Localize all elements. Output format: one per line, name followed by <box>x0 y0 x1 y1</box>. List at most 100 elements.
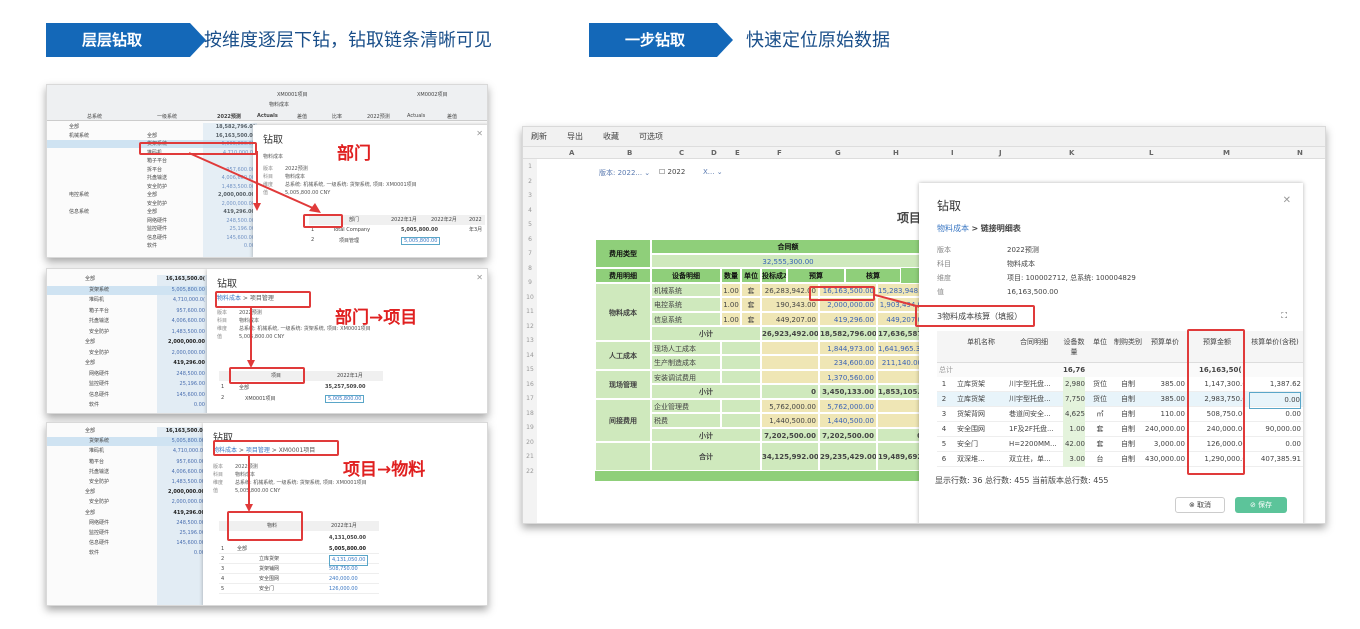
pivot-row[interactable]: 监控硬件 25,196.00 <box>47 529 207 538</box>
detail-row[interactable]: 6 双深堆... 双立柱，单... 3.00 台自制 430,000.00 1,290,00… <box>937 452 1303 467</box>
meta-key: 维度 <box>217 326 228 332</box>
head-5: 预算 <box>787 268 845 283</box>
row-label: 立库货架 <box>259 556 280 562</box>
row-label: 托盘输送 <box>89 468 110 475</box>
version-filter[interactable]: 版本: 2022... ⌄ <box>599 168 650 178</box>
column-letter: H <box>893 149 899 157</box>
row-value: 4,710,000.0( <box>172 448 205 455</box>
detail-row[interactable]: 3 货架铺网 508,750.00 <box>219 565 379 574</box>
cancel-icon: ⊗ <box>1188 501 1195 509</box>
pivot-row[interactable]: 货架系统 5,005,800.00 <box>47 437 207 447</box>
detail-row[interactable]: 2 立库货架 川宇型托盘... 7,750 货位 自制 385.00 2,983,750.(0… <box>937 392 1303 409</box>
year-filter[interactable]: ☐ 2022 <box>659 168 685 176</box>
detail-row[interactable]: 1 全部 5,005,800.00 <box>219 545 379 554</box>
pivot-row[interactable]: 堆码机 4,710,000.0( <box>47 447 207 456</box>
save-icon: ⊘ <box>1249 501 1256 509</box>
row-unit: 套 <box>741 297 761 312</box>
header-xm0002: XM0002项目 <box>417 92 448 98</box>
row-device: 小计 <box>651 384 761 399</box>
detail-row[interactable]: 2 项目管理 5,005,800.00 <box>309 237 485 246</box>
detail-row[interactable]: 2 XM0001项目 5,005,800.00 <box>219 395 383 404</box>
meta-key: 科目 <box>213 472 224 478</box>
pivot-row[interactable]: 全部 419,296.00 <box>47 509 207 518</box>
row-value: 5,005,800.00 <box>171 286 205 293</box>
pivot-row[interactable]: 托盘输送 4,006,600.00 <box>47 468 207 477</box>
row-value: 1,483,500.00 <box>171 328 205 335</box>
x-filter[interactable]: X... ⌄ <box>703 168 723 176</box>
pivot-row[interactable]: 全部 16,163,500.0( <box>47 275 207 285</box>
pivot-row[interactable]: 箱平台 957,600.00 <box>47 458 207 467</box>
crumb-linked-detail: 链接明细表 <box>980 224 1021 233</box>
pivot-row[interactable]: 网络硬件 248,500.00 <box>47 370 207 380</box>
pivot-row[interactable]: 托盘输送 4,006,600.00 <box>47 317 207 327</box>
row-value: 240,000.00 <box>329 576 358 582</box>
close-icon[interactable]: ✕ <box>476 273 483 282</box>
row-actual <box>877 398 925 413</box>
row-value: 25,196.00 <box>179 530 205 536</box>
cell-8: 407,385.91 <box>1260 455 1301 463</box>
cell-3: 42.00 <box>1063 437 1085 452</box>
detail-row[interactable]: 5 安全门 H=2200MM... 42.00 套自制 3,000.00 126,000.0… <box>937 437 1303 452</box>
cell-2: 川宇型托盘... <box>1009 395 1051 403</box>
pivot-row[interactable]: 信息硬件 145,600.00 <box>47 539 207 548</box>
pivot-row[interactable]: 堆码机 4,710,000.0( <box>47 296 207 306</box>
options-button[interactable]: 可选项 <box>639 132 663 141</box>
close-icon[interactable]: ✕ <box>1283 195 1291 206</box>
pivot-row[interactable]: 安全防护 1,483,500.00 <box>47 478 207 487</box>
cell-1: 立库货架 <box>957 395 985 403</box>
detail-row[interactable]: 5 安全门 126,000.00 <box>219 585 379 594</box>
row-number: 10 <box>526 293 534 301</box>
row-label: 软件 <box>89 402 100 408</box>
pivot-row[interactable]: 全部 2,000,000.00 <box>47 338 207 348</box>
crumb-material-cost[interactable]: 物料成本 <box>937 224 969 233</box>
cell-5: 自制 <box>1121 395 1135 403</box>
row-subsystem: 箱子平台 <box>147 158 168 164</box>
row-bid <box>761 340 819 355</box>
row-device: 合计 <box>651 442 761 471</box>
row-value: 145,600.00 <box>176 391 205 398</box>
row-actual <box>877 413 925 428</box>
x-filter-label: X... <box>703 168 715 176</box>
cell-6: 385.00 <box>1160 395 1186 403</box>
row-budget: 1,370,560.00 <box>819 369 877 384</box>
pivot-row[interactable]: 软件 0.00 <box>47 401 207 411</box>
pivot-row[interactable]: 监控硬件 25,196.00 <box>47 380 207 390</box>
pivot-row[interactable]: 信息硬件 145,600.00 <box>47 391 207 401</box>
column-header: A B C D E F G H I J K L M N <box>523 147 1325 159</box>
cell-3: 4,625 <box>1063 407 1085 422</box>
row-value: 2,000,000.00 <box>171 499 205 506</box>
detail-row[interactable]: 3 货架背网 巷道间安全... 4,625 ㎡自制 110.00 508,750.0(0.0… <box>937 407 1303 422</box>
cancel-button[interactable]: ⊗ 取消 <box>1175 497 1225 513</box>
cell-5: 自制 <box>1121 380 1135 388</box>
detail-row[interactable]: 4 安全围网 1F及2F托盘... 1.00 套自制 240,000.00 240,000.… <box>937 422 1303 437</box>
export-button[interactable]: 导出 <box>567 132 583 141</box>
pivot-row[interactable]: 网络硬件 248,500.00 <box>47 519 207 528</box>
row-bid <box>761 355 819 370</box>
row-index: 2 <box>311 237 315 243</box>
pivot-row[interactable]: 安全防护 1,483,500.00 <box>47 328 207 338</box>
header-actuals-2: Actuals <box>407 113 426 119</box>
detail-row[interactable]: 1 Total Company 5,005,800.00 <box>309 227 485 236</box>
row-index: 3 <box>221 566 225 572</box>
head-jan: 2022年1月 <box>331 523 357 529</box>
refresh-button[interactable]: 刷新 <box>531 132 547 141</box>
pivot-row[interactable]: 箱子平台 957,600.00 <box>47 307 207 317</box>
pivot-row[interactable]: 安全防护 2,000,000.00 <box>47 498 207 507</box>
pivot-row[interactable]: 软件 0.00 <box>47 549 207 558</box>
close-icon[interactable]: ✕ <box>476 129 483 138</box>
pivot-row[interactable]: 全部 16,163,500.0( <box>47 427 207 436</box>
row-subsystem: 信息硬件 <box>147 234 168 241</box>
row-number: 1 <box>528 163 532 170</box>
save-button[interactable]: ⊘ 保存 <box>1235 497 1287 513</box>
favorite-button[interactable]: 收藏 <box>603 132 619 141</box>
head-7: 核算单价(含税) <box>1251 338 1299 346</box>
detail-row[interactable]: 2 立库货架 4,131,050.00 <box>219 555 379 566</box>
pivot-row[interactable]: 全部 419,296.00 <box>47 359 207 369</box>
detail-row[interactable]: 1 全部 35,257,509.00 <box>219 384 383 393</box>
detail-row[interactable]: 1 立库货架 川宇型托盘... 2,980 货位 自制 385.00 1,147,300.(1… <box>937 377 1303 392</box>
expand-icon[interactable]: ⛶ <box>1281 311 1287 321</box>
detail-row[interactable]: 4 安全围网 240,000.00 <box>219 575 379 584</box>
pivot-row[interactable]: 安全防护 2,000,000.00 <box>47 349 207 359</box>
pivot-row[interactable]: 全部 2,000,000.00 <box>47 488 207 497</box>
pivot-row[interactable]: 货架系统 5,005,800.00 <box>47 285 207 295</box>
